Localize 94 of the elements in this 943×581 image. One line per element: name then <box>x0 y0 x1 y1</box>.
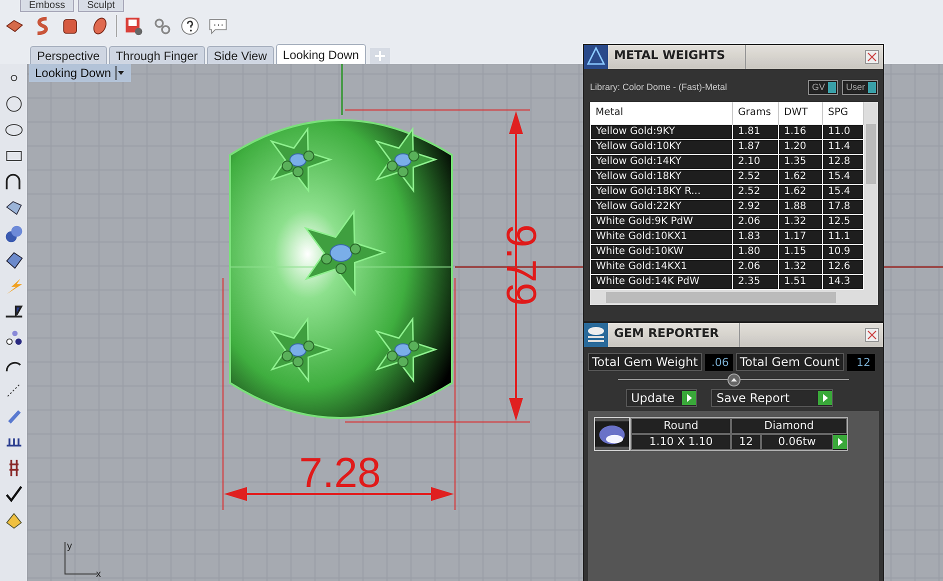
table-cell: 1.32 <box>778 259 822 274</box>
table-cell: Yellow Gold:10KY <box>590 139 732 154</box>
table-cell: 1.83 <box>732 229 778 244</box>
help-icon[interactable] <box>179 15 201 37</box>
table-cell: 2.06 <box>732 214 778 229</box>
table-cell: 2.35 <box>732 274 778 289</box>
play-icon <box>682 391 696 405</box>
table-cell: 17.8 <box>822 199 864 214</box>
table-cell: 2.06 <box>732 259 778 274</box>
table-cell: 2.52 <box>732 184 778 199</box>
table-cell: 11.1 <box>822 229 864 244</box>
table-cell: 15.4 <box>822 184 864 199</box>
table-cell: 1.62 <box>778 169 822 184</box>
column-header[interactable]: Metal <box>590 102 732 124</box>
checkmark-icon[interactable] <box>4 484 24 504</box>
table-cell: Yellow Gold:9KY <box>590 124 732 139</box>
gem-weight: 0.06tw <box>761 434 833 450</box>
stat-value: .06 <box>704 354 733 370</box>
table-cell: Yellow Gold:14KY <box>590 154 732 169</box>
column-header[interactable]: Grams <box>732 102 778 124</box>
caret-icon[interactable] <box>115 66 126 80</box>
table-cell: 1.81 <box>732 124 778 139</box>
viewport-tab[interactable]: Looking Down <box>276 44 366 64</box>
close-button[interactable] <box>865 50 879 64</box>
play-icon[interactable] <box>833 435 847 449</box>
table-cell: White Gold:10KW <box>590 244 732 259</box>
table-cell: White Gold:9K PdW <box>590 214 732 229</box>
report-icon <box>584 323 608 347</box>
table-cell: 1.20 <box>778 139 822 154</box>
table-cell: 12.6 <box>822 259 864 274</box>
panel-title: METAL WEIGHTS <box>614 45 746 69</box>
y-axis-label: y <box>67 541 72 552</box>
panel-title: GEM REPORTER <box>614 323 740 347</box>
table-cell: 12.8 <box>822 154 864 169</box>
toggle-button[interactable]: GV <box>808 80 838 94</box>
vertical-scrollbar[interactable] <box>864 102 878 290</box>
table-cell: 1.62 <box>778 184 822 199</box>
table-cell: White Gold:10KX1 <box>590 229 732 244</box>
dots-icon[interactable] <box>4 328 24 348</box>
close-button[interactable] <box>865 328 879 342</box>
column-header[interactable]: SPG <box>822 102 864 124</box>
table-cell: 1.15 <box>778 244 822 259</box>
table-cell: 1.80 <box>732 244 778 259</box>
table-cell: 11.4 <box>822 139 864 154</box>
x-axis-label: x <box>96 569 101 580</box>
table-cell: 10.9 <box>822 244 864 259</box>
table-cell: 2.10 <box>732 154 778 169</box>
column-header[interactable]: DWT <box>778 102 822 124</box>
table-cell: 1.88 <box>778 199 822 214</box>
table-cell: 1.51 <box>778 274 822 289</box>
document-gear-icon[interactable] <box>123 15 145 37</box>
table-cell: 1.16 <box>778 124 822 139</box>
spheres-icon[interactable] <box>4 224 24 244</box>
y-axis-line <box>341 64 343 115</box>
table-cell: 14.3 <box>822 274 864 289</box>
viewport-tab[interactable]: Through Finger <box>108 46 205 64</box>
curve-icon[interactable] <box>4 172 24 192</box>
table-cell: White Gold:14K PdW <box>590 274 732 289</box>
table-cell: 2.52 <box>732 169 778 184</box>
width-dimension-label: 7.28 <box>299 449 381 496</box>
table-cell: 12.5 <box>822 214 864 229</box>
action-button[interactable]: Save Report <box>711 389 834 407</box>
surface-icon[interactable] <box>4 198 24 218</box>
action-button[interactable]: Update <box>626 389 698 407</box>
height-dimension-label: 9.79 <box>498 224 545 306</box>
table-cell: 2.92 <box>732 199 778 214</box>
table-cell: 1.35 <box>778 154 822 169</box>
table-cell: 11.0 <box>822 124 864 139</box>
play-icon <box>818 391 832 405</box>
stat-label: Total Gem Count <box>736 353 844 371</box>
table-cell: Yellow Gold:22KY <box>590 199 732 214</box>
viewport-tab[interactable]: Perspective <box>30 46 107 64</box>
library-label: Library: Color Dome - (Fast)-Metal <box>590 82 728 92</box>
toggle-button[interactable]: User <box>842 80 878 94</box>
ribbon-tab[interactable]: Emboss <box>20 0 74 12</box>
table-cell: 1.17 <box>778 229 822 244</box>
ribbon-tab[interactable]: Sculpt <box>78 0 124 12</box>
gem-size: 1.10 X 1.10 <box>631 434 731 450</box>
table-cell: White Gold:14KX1 <box>590 259 732 274</box>
horizontal-scrollbar[interactable] <box>590 290 878 304</box>
table-cell: 1.87 <box>732 139 778 154</box>
viewport-tab[interactable]: Side View <box>206 46 274 64</box>
table-cell: Yellow Gold:18KY R... <box>590 184 732 199</box>
stat-label: Total Gem Weight <box>588 353 702 371</box>
gem-count: 12 <box>731 434 761 450</box>
gem-shape: Round <box>631 418 731 434</box>
table-cell: Yellow Gold:18KY <box>590 169 732 184</box>
table-cell: 1.32 <box>778 214 822 229</box>
table-cell: 15.4 <box>822 169 864 184</box>
stat-value: 12 <box>846 354 875 370</box>
axis-icon <box>64 542 98 574</box>
collapse-handle-icon[interactable] <box>726 373 740 387</box>
gem-material: Diamond <box>731 418 847 434</box>
circle-icon[interactable] <box>4 94 24 114</box>
